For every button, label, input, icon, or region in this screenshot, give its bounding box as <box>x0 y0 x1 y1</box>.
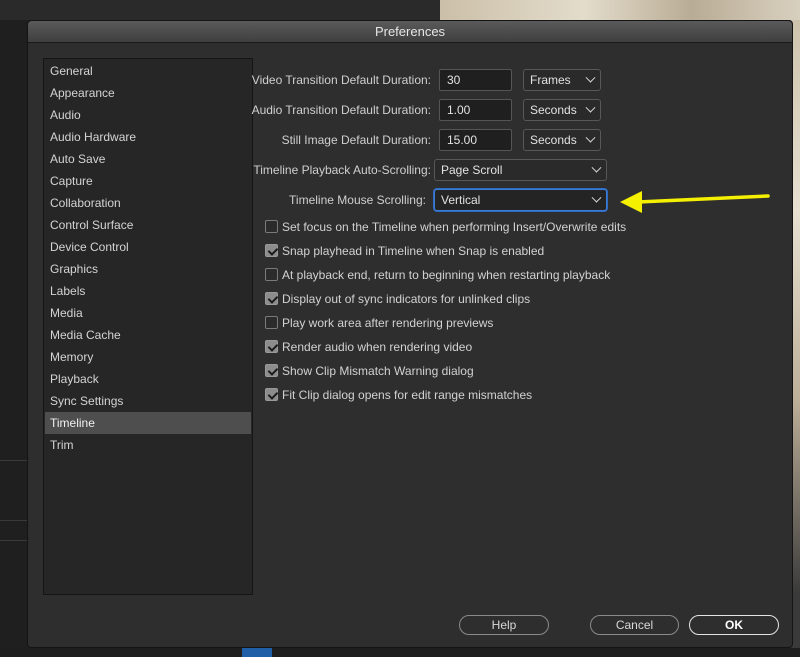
sidebar-item-sync-settings[interactable]: Sync Settings <box>45 390 251 412</box>
audio-transition-unit-select[interactable]: Seconds <box>523 99 601 121</box>
sidebar-item-audio-hardware[interactable]: Audio Hardware <box>45 126 251 148</box>
still-image-unit-select[interactable]: Seconds <box>523 129 601 151</box>
mouse-scrolling-value: Vertical <box>441 193 481 207</box>
still-image-label: Still Image Default Duration: <box>281 133 431 147</box>
preferences-dialog: Preferences General Appearance Audio Aud… <box>27 20 793 648</box>
sidebar-item-general[interactable]: General <box>45 60 251 82</box>
sidebar-item-audio[interactable]: Audio <box>45 104 251 126</box>
background-panel-left <box>0 20 28 657</box>
chevron-down-icon <box>585 132 596 143</box>
option-label: Set focus on the Timeline when performin… <box>282 220 627 234</box>
audio-transition-label: Audio Transition Default Duration: <box>251 103 431 117</box>
still-image-unit-value: Seconds <box>530 133 577 147</box>
option-label: Show Clip Mismatch Warning dialog <box>282 364 474 378</box>
background-selected-tool-icon <box>242 648 272 657</box>
sidebar-item-auto-save[interactable]: Auto Save <box>45 148 251 170</box>
sidebar-item-capture[interactable]: Capture <box>45 170 251 192</box>
video-transition-unit-value: Frames <box>530 73 571 87</box>
chevron-down-icon <box>591 162 602 173</box>
sidebar-item-labels[interactable]: Labels <box>45 280 251 302</box>
sidebar-item-memory[interactable]: Memory <box>45 346 251 368</box>
arrow-shaft <box>636 194 770 204</box>
sidebar-item-timeline[interactable]: Timeline <box>45 412 251 434</box>
option-label: Play work area after rendering previews <box>282 316 494 330</box>
option-checkbox[interactable] <box>265 268 278 281</box>
mouse-scrolling-select[interactable]: Vertical <box>434 189 607 211</box>
chevron-down-icon <box>591 192 602 203</box>
sidebar-item-appearance[interactable]: Appearance <box>45 82 251 104</box>
video-transition-label: Video Transition Default Duration: <box>251 73 431 87</box>
background-video-frame <box>440 0 800 20</box>
cancel-button[interactable]: Cancel <box>590 615 679 635</box>
help-button[interactable]: Help <box>459 615 549 635</box>
chevron-down-icon <box>585 72 596 83</box>
sidebar-item-collaboration[interactable]: Collaboration <box>45 192 251 214</box>
option-label: At playback end, return to beginning whe… <box>282 268 611 282</box>
audio-transition-unit-value: Seconds <box>530 103 577 117</box>
annotation-arrow-icon <box>620 191 770 213</box>
sidebar-item-playback[interactable]: Playback <box>45 368 251 390</box>
option-checkbox[interactable] <box>265 364 278 377</box>
preferences-category-list: General Appearance Audio Audio Hardware … <box>43 58 253 595</box>
background-divider <box>0 520 28 521</box>
video-transition-duration-input[interactable]: 30 <box>439 69 512 91</box>
background-bottom-bar <box>0 648 800 657</box>
ok-button[interactable]: OK <box>689 615 779 635</box>
audio-transition-duration-input[interactable]: 1.00 <box>439 99 512 121</box>
option-checkbox[interactable] <box>265 388 278 401</box>
background-divider <box>0 460 28 461</box>
option-label: Render audio when rendering video <box>282 340 473 354</box>
sidebar-item-media-cache[interactable]: Media Cache <box>45 324 251 346</box>
option-checkbox[interactable] <box>265 292 278 305</box>
option-label: Snap playhead in Timeline when Snap is e… <box>282 244 545 258</box>
option-checkbox[interactable] <box>265 244 278 257</box>
dialog-title: Preferences <box>28 21 792 43</box>
auto-scrolling-value: Page Scroll <box>441 163 503 177</box>
still-image-duration-input[interactable]: 15.00 <box>439 129 512 151</box>
auto-scrolling-select[interactable]: Page Scroll <box>434 159 607 181</box>
arrow-head <box>620 191 642 213</box>
background-divider <box>0 540 28 541</box>
sidebar-item-device-control[interactable]: Device Control <box>45 236 251 258</box>
sidebar-item-trim[interactable]: Trim <box>45 434 251 456</box>
chevron-down-icon <box>585 102 596 113</box>
option-checkbox[interactable] <box>265 316 278 329</box>
video-transition-unit-select[interactable]: Frames <box>523 69 601 91</box>
sidebar-item-graphics[interactable]: Graphics <box>45 258 251 280</box>
sidebar-item-media[interactable]: Media <box>45 302 251 324</box>
option-checkbox[interactable] <box>265 220 278 233</box>
option-label: Display out of sync indicators for unlin… <box>282 292 531 306</box>
option-checkbox[interactable] <box>265 340 278 353</box>
option-label: Fit Clip dialog opens for edit range mis… <box>282 388 533 402</box>
sidebar-item-control-surface[interactable]: Control Surface <box>45 214 251 236</box>
mouse-scrolling-label: Timeline Mouse Scrolling: <box>289 193 426 207</box>
auto-scrolling-label: Timeline Playback Auto-Scrolling: <box>253 163 431 177</box>
